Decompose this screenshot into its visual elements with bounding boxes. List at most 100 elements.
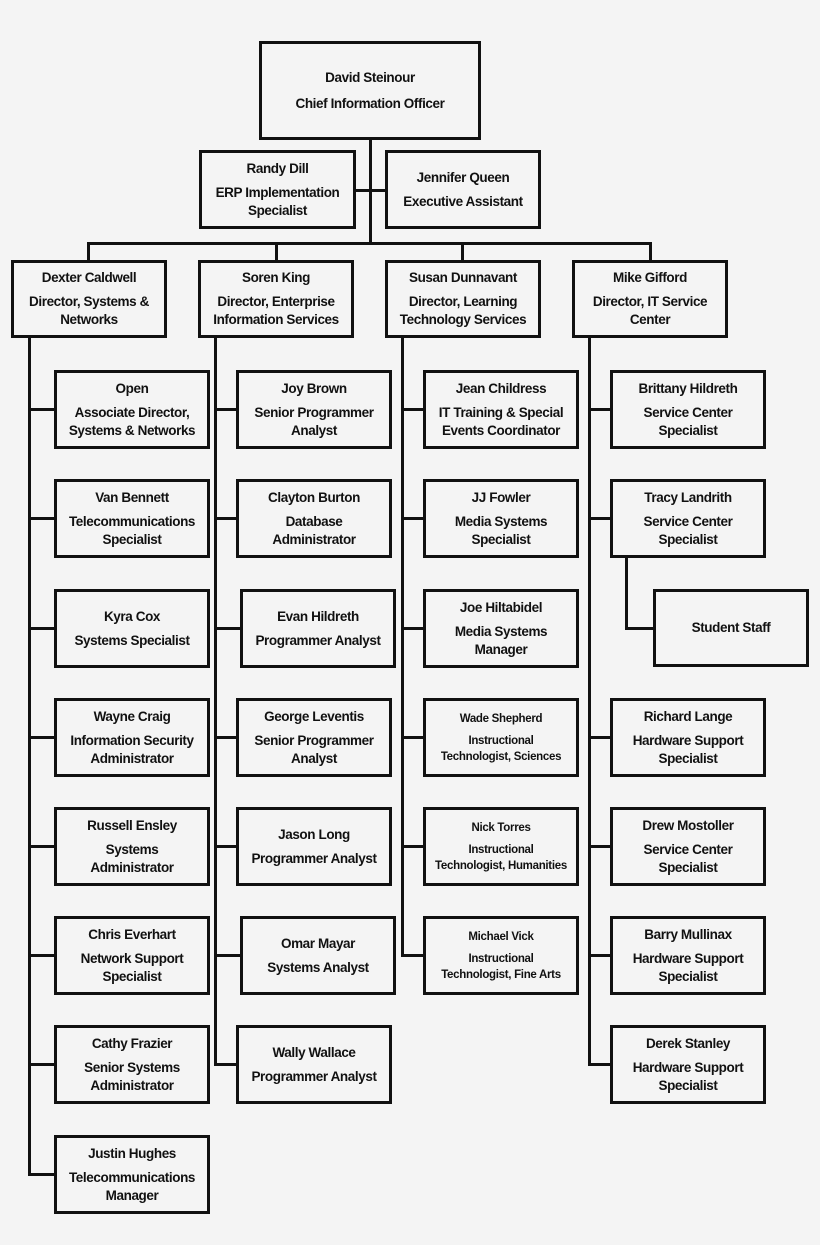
branch-line bbox=[588, 517, 610, 520]
job-title-line: Manager bbox=[105, 1187, 159, 1203]
person-name: David Steinour bbox=[325, 69, 415, 85]
job-title-line: Service Center bbox=[643, 404, 733, 420]
job-title-line: Chief Information Officer bbox=[295, 95, 445, 111]
branch-line bbox=[28, 408, 54, 411]
branch-line bbox=[28, 1173, 54, 1176]
job-title-line: Systems & Networks bbox=[68, 422, 196, 438]
org-box: Barry Mullinax Hardware Support Specialist bbox=[610, 916, 766, 995]
cio-trunk-line bbox=[369, 139, 372, 245]
job-title-line: Analyst bbox=[291, 750, 337, 766]
person-name: Cathy Frazier bbox=[91, 1035, 173, 1051]
person-name: Van Bennett bbox=[95, 489, 169, 505]
job-title-line: Technologist, Humanities bbox=[435, 859, 567, 872]
job-title-line: Executive Assistant bbox=[403, 193, 523, 209]
job-title-line: Specialist bbox=[658, 1077, 718, 1093]
org-box: Jennifer Queen Executive Assistant bbox=[385, 150, 541, 229]
job-title-line: Director, IT Service bbox=[592, 294, 708, 309]
org-box: Nick Torres Instructional Technologist, Hu… bbox=[423, 807, 579, 886]
job-title-line: Administrator bbox=[90, 1077, 174, 1093]
org-box: Omar Mayar Systems Analyst bbox=[240, 916, 396, 995]
job-title-line: Systems bbox=[105, 841, 159, 857]
org-box: Van Bennett Telecommunications Specialist bbox=[54, 479, 210, 558]
person-name: Clayton Burton bbox=[268, 489, 360, 505]
person-name: Wayne Craig bbox=[93, 708, 171, 724]
branch-line bbox=[214, 408, 236, 411]
job-title-line: Administrator bbox=[272, 531, 356, 547]
branch-line bbox=[588, 1063, 610, 1066]
org-box: Wayne Craig Information Security Administr… bbox=[54, 698, 210, 777]
org-box: Russell Ensley Systems Administrator bbox=[54, 807, 210, 886]
person-name: Jennifer Queen bbox=[416, 169, 510, 185]
job-title-line: Specialist bbox=[658, 422, 718, 438]
org-box: Richard Lange Hardware Support Specialist bbox=[610, 698, 766, 777]
job-title-line: Director, Enterprise bbox=[217, 294, 335, 309]
branch-line bbox=[401, 408, 423, 411]
person-name: Nick Torres bbox=[471, 821, 531, 834]
person-name: Drew Mostoller bbox=[642, 817, 734, 833]
branch-line bbox=[28, 1063, 54, 1066]
branch-line bbox=[588, 954, 610, 957]
job-title-line: Director, Systems & bbox=[29, 294, 149, 309]
job-title-line: Technology Services bbox=[399, 312, 527, 327]
job-title-line: Manager bbox=[474, 641, 528, 657]
job-title-line: Events Coordinator bbox=[441, 422, 561, 438]
job-title-line: Media Systems bbox=[454, 623, 548, 639]
director-drop-line bbox=[87, 242, 90, 261]
job-title-line: Database bbox=[285, 513, 343, 529]
branch-line bbox=[625, 627, 653, 630]
branch-line bbox=[401, 736, 423, 739]
org-box: Randy Dill ERP Implementation Specialist bbox=[199, 150, 356, 229]
branch-line bbox=[214, 954, 240, 957]
job-title-line: Telecommunications bbox=[68, 513, 196, 529]
director-bus-line bbox=[87, 242, 652, 245]
person-name: Russell Ensley bbox=[87, 817, 177, 833]
org-box: Evan Hildreth Programmer Analyst bbox=[240, 589, 396, 668]
branch-line bbox=[401, 845, 423, 848]
branch-line bbox=[28, 954, 54, 957]
org-box: Clayton Burton Database Administrator bbox=[236, 479, 392, 558]
job-title-line: Instructional bbox=[468, 843, 534, 856]
job-title-line: Specialist bbox=[658, 859, 718, 875]
director-drop-line bbox=[275, 242, 278, 261]
org-box: Wally Wallace Programmer Analyst bbox=[236, 1025, 392, 1104]
job-title-line: Instructional bbox=[468, 734, 534, 747]
student-staff-line bbox=[625, 557, 628, 629]
job-title-line: Student Staff bbox=[691, 620, 771, 635]
job-title-line: Center bbox=[629, 312, 671, 327]
job-title-line: Information Security bbox=[70, 732, 194, 748]
org-box: Mike Gifford Director, IT Service Center bbox=[572, 260, 728, 338]
branch-line bbox=[401, 517, 423, 520]
job-title-line: Senior Programmer bbox=[254, 732, 374, 748]
org-box: Michael Vick Instructional Technologist, F… bbox=[423, 916, 579, 995]
org-box: Joy Brown Senior Programmer Analyst bbox=[236, 370, 392, 449]
job-title-line: Specialist bbox=[658, 968, 718, 984]
org-box: Justin Hughes Telecommunications Manager bbox=[54, 1135, 210, 1214]
branch-line bbox=[401, 954, 423, 957]
job-title-line: ERP Implementation bbox=[215, 184, 340, 200]
branch-line bbox=[214, 517, 236, 520]
job-title-line: Administrator bbox=[90, 750, 174, 766]
staff-connector-line bbox=[355, 189, 385, 192]
person-name: Tracy Landrith bbox=[644, 489, 732, 505]
job-title-line: Programmer Analyst bbox=[251, 850, 377, 866]
job-title-line: Instructional bbox=[468, 952, 534, 965]
person-name: Jean Childress bbox=[455, 380, 547, 396]
job-title-line: Programmer Analyst bbox=[255, 632, 381, 648]
person-name: Jason Long bbox=[278, 826, 350, 842]
org-box: Open Associate Director, Systems & Network… bbox=[54, 370, 210, 449]
org-box: Tracy Landrith Service Center Specialist bbox=[610, 479, 766, 558]
job-title-line: Service Center bbox=[643, 841, 733, 857]
job-title-line: Programmer Analyst bbox=[251, 1068, 377, 1084]
job-title-line: Technologist, Sciences bbox=[440, 750, 562, 763]
person-name: Omar Mayar bbox=[280, 935, 356, 951]
person-name: Wally Wallace bbox=[272, 1044, 356, 1060]
job-title-line: Specialist bbox=[658, 531, 718, 547]
job-title-line: Specialist bbox=[471, 531, 531, 547]
job-title-line: Information Services bbox=[213, 312, 339, 327]
job-title-line: Hardware Support bbox=[632, 732, 744, 748]
person-name: Kyra Cox bbox=[103, 608, 161, 624]
org-box: Kyra Cox Systems Specialist bbox=[54, 589, 210, 668]
job-title-line: Specialist bbox=[102, 968, 162, 984]
org-box: Jason Long Programmer Analyst bbox=[236, 807, 392, 886]
person-name: Barry Mullinax bbox=[644, 926, 732, 942]
